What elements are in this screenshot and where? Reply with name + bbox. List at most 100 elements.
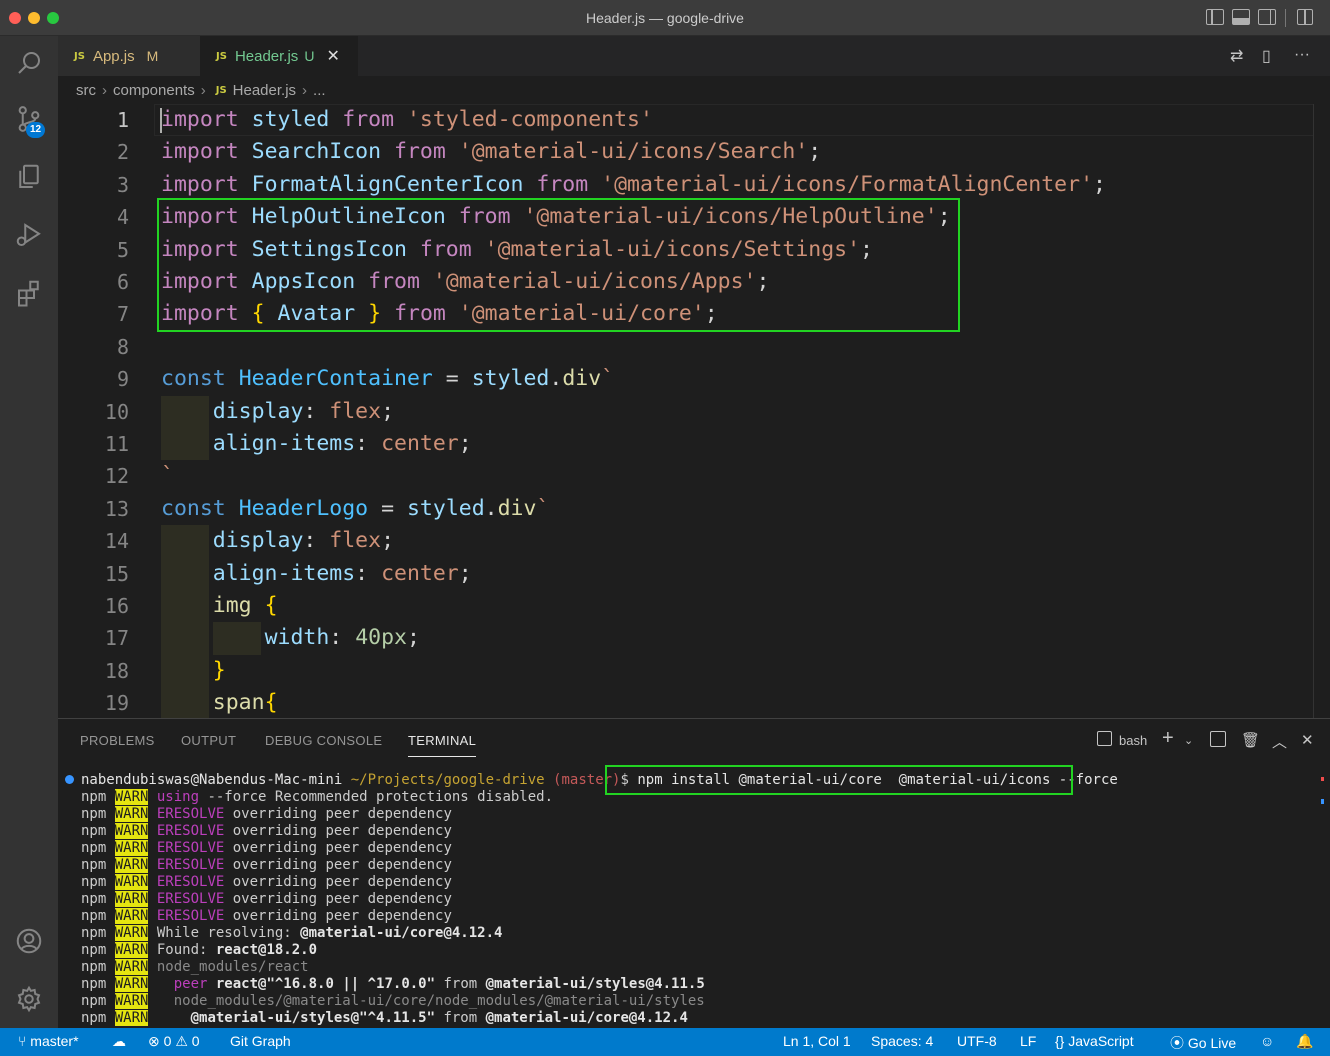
breadcrumb-file[interactable]: Header.js (233, 82, 296, 99)
tab-untracked-status: U (304, 48, 315, 64)
code-token: center (381, 560, 459, 586)
tab-debug-console[interactable]: DEBUG CONSOLE (265, 733, 382, 748)
code-token: . (549, 366, 563, 392)
tab-output[interactable]: OUTPUT (181, 733, 236, 748)
more-actions-icon[interactable]: ··· (1294, 46, 1310, 64)
terminal-token: npm (81, 891, 115, 907)
tab-header-js[interactable]: JS Header.js U ✕ (200, 36, 358, 76)
maximize-panel-icon[interactable]: ︿ (1272, 731, 1287, 752)
code-token: : (303, 528, 330, 554)
manage-gear-icon[interactable] (10, 980, 48, 1018)
terminal-scroll-markers (1321, 777, 1324, 807)
code-token: : (303, 398, 330, 424)
code-editor[interactable]: 1 2 3 4 5 6 7 8 9 10 11 12 13 14 15 16 17 18 19 import sty… (58, 104, 1330, 718)
line-number: 14 (104, 529, 129, 554)
tab-app-js[interactable]: JS App.js M (58, 36, 200, 76)
line-number: 7 (116, 302, 129, 327)
code-line: } (161, 655, 226, 687)
cursor-position[interactable]: Ln 1, Col 1 (783, 1033, 851, 1049)
terminal-token: overriding peer dependency (224, 840, 452, 856)
prompt-user-host: nabendubiswas@Nabendus-Mac-mini (81, 772, 343, 788)
git-graph-button[interactable]: Git Graph (230, 1033, 291, 1049)
extensions-icon[interactable] (10, 274, 48, 312)
tab-modified-status: M (146, 48, 159, 64)
code-token: ; (381, 528, 395, 554)
problems-status[interactable]: ⊗ 0 ⚠ 0 (148, 1033, 200, 1050)
breadcrumb-src[interactable]: src (76, 82, 96, 99)
line-number: 5 (116, 237, 129, 262)
split-editor-icon[interactable]: ▯ (1262, 46, 1271, 66)
line-number: 9 (116, 367, 129, 392)
terminal-shell-icon[interactable] (1097, 731, 1112, 746)
chevron-down-icon[interactable]: ⌄ (1184, 734, 1193, 747)
terminal-token: --force Recommended protections disabled… (199, 789, 554, 805)
encoding-setting[interactable]: UTF-8 (957, 1033, 997, 1049)
editor-scrollbar[interactable] (1313, 104, 1314, 718)
code-token: import (161, 107, 239, 132)
line-number: 19 (104, 691, 129, 716)
tab-terminal[interactable]: TERMINAL (408, 733, 476, 748)
terminal-shell-label[interactable]: bash (1119, 733, 1147, 748)
braces-icon: {} (1055, 1033, 1065, 1049)
code-token: display (212, 528, 304, 554)
explorer-icon[interactable] (10, 158, 48, 196)
warn-label: WARN (114, 976, 149, 992)
terminal-line: npm WARN @material-ui/styles@"^4.11.5" f… (81, 1010, 688, 1027)
toggle-sidebar-icon[interactable] (1206, 9, 1224, 25)
terminal-line: npm WARN ERESOLVE overriding peer depend… (81, 891, 452, 908)
split-terminal-icon[interactable] (1210, 731, 1226, 747)
indentation-setting[interactable]: Spaces: 4 (871, 1033, 933, 1049)
search-icon[interactable] (10, 44, 48, 82)
line-number: 13 (104, 496, 129, 521)
terminal-token: npm (81, 806, 115, 822)
chevron-right-icon: › (102, 81, 107, 99)
bottom-panel: PROBLEMS OUTPUT DEBUG CONSOLE TERMINAL b… (58, 718, 1330, 1028)
sync-icon[interactable]: ☁ (112, 1033, 126, 1050)
terminal-line: npm WARN ERESOLVE overriding peer depend… (81, 908, 452, 925)
warn-label: WARN (114, 908, 149, 924)
customize-layout-icon[interactable] (1297, 9, 1313, 25)
activity-bar: 12 (0, 36, 58, 1028)
go-live-label: Go Live (1187, 1035, 1237, 1051)
go-live-button[interactable]: ⦿ Go Live (1170, 1033, 1236, 1053)
trash-icon[interactable]: 🗑 (1241, 731, 1260, 749)
run-debug-icon[interactable] (10, 216, 48, 254)
terminal-token: overriding peer dependency (224, 857, 452, 873)
breadcrumb-symbol[interactable]: ... (313, 82, 326, 99)
code-token: '@material-ui/icons/Search' (458, 139, 809, 165)
code-token: ; (406, 625, 420, 651)
branch-status[interactable]: ⑂ master* (18, 1033, 79, 1049)
toggle-secondary-sidebar-icon[interactable] (1258, 9, 1276, 25)
warn-label: WARN (114, 874, 149, 890)
eol-setting[interactable]: LF (1020, 1033, 1036, 1049)
new-terminal-icon[interactable]: + (1162, 727, 1174, 750)
code-line: import FormatAlignCenterIcon from '@mate… (161, 169, 1106, 201)
active-tab-indicator (408, 756, 476, 757)
tab-problems[interactable]: PROBLEMS (80, 733, 155, 748)
code-token: ` (161, 463, 174, 489)
code-line: width: 40px; (161, 622, 420, 654)
toggle-panel-icon[interactable] (1232, 9, 1250, 25)
breadcrumb-components[interactable]: components (113, 82, 195, 99)
code-token: div (497, 495, 537, 521)
code-token: { (264, 690, 278, 716)
line-number: 10 (104, 399, 129, 424)
close-icon[interactable]: ✕ (326, 46, 339, 66)
notifications-bell-icon[interactable]: 🔔 (1296, 1033, 1313, 1050)
open-changes-icon[interactable]: ⇄ (1230, 46, 1243, 66)
accounts-icon[interactable] (10, 922, 48, 960)
js-file-icon: JS (74, 50, 85, 62)
terminal-token: node_modules/@material-ui/core/node_modu… (148, 993, 705, 1009)
feedback-icon[interactable]: ☺ (1260, 1033, 1274, 1049)
line-number: 6 (116, 270, 129, 294)
terminal-output[interactable]: nabendubiswas@Nabendus-Mac-mini ~/Projec… (58, 765, 1330, 1029)
close-panel-icon[interactable]: ✕ (1301, 731, 1314, 749)
code-line: const HeaderLogo = styled.div` (161, 493, 549, 525)
terminal-line: npm WARN ERESOLVE overriding peer depend… (81, 840, 452, 857)
code-token: HeaderLogo (238, 495, 369, 521)
code-token: . (484, 495, 498, 521)
language-mode[interactable]: {} JavaScript (1055, 1033, 1134, 1049)
